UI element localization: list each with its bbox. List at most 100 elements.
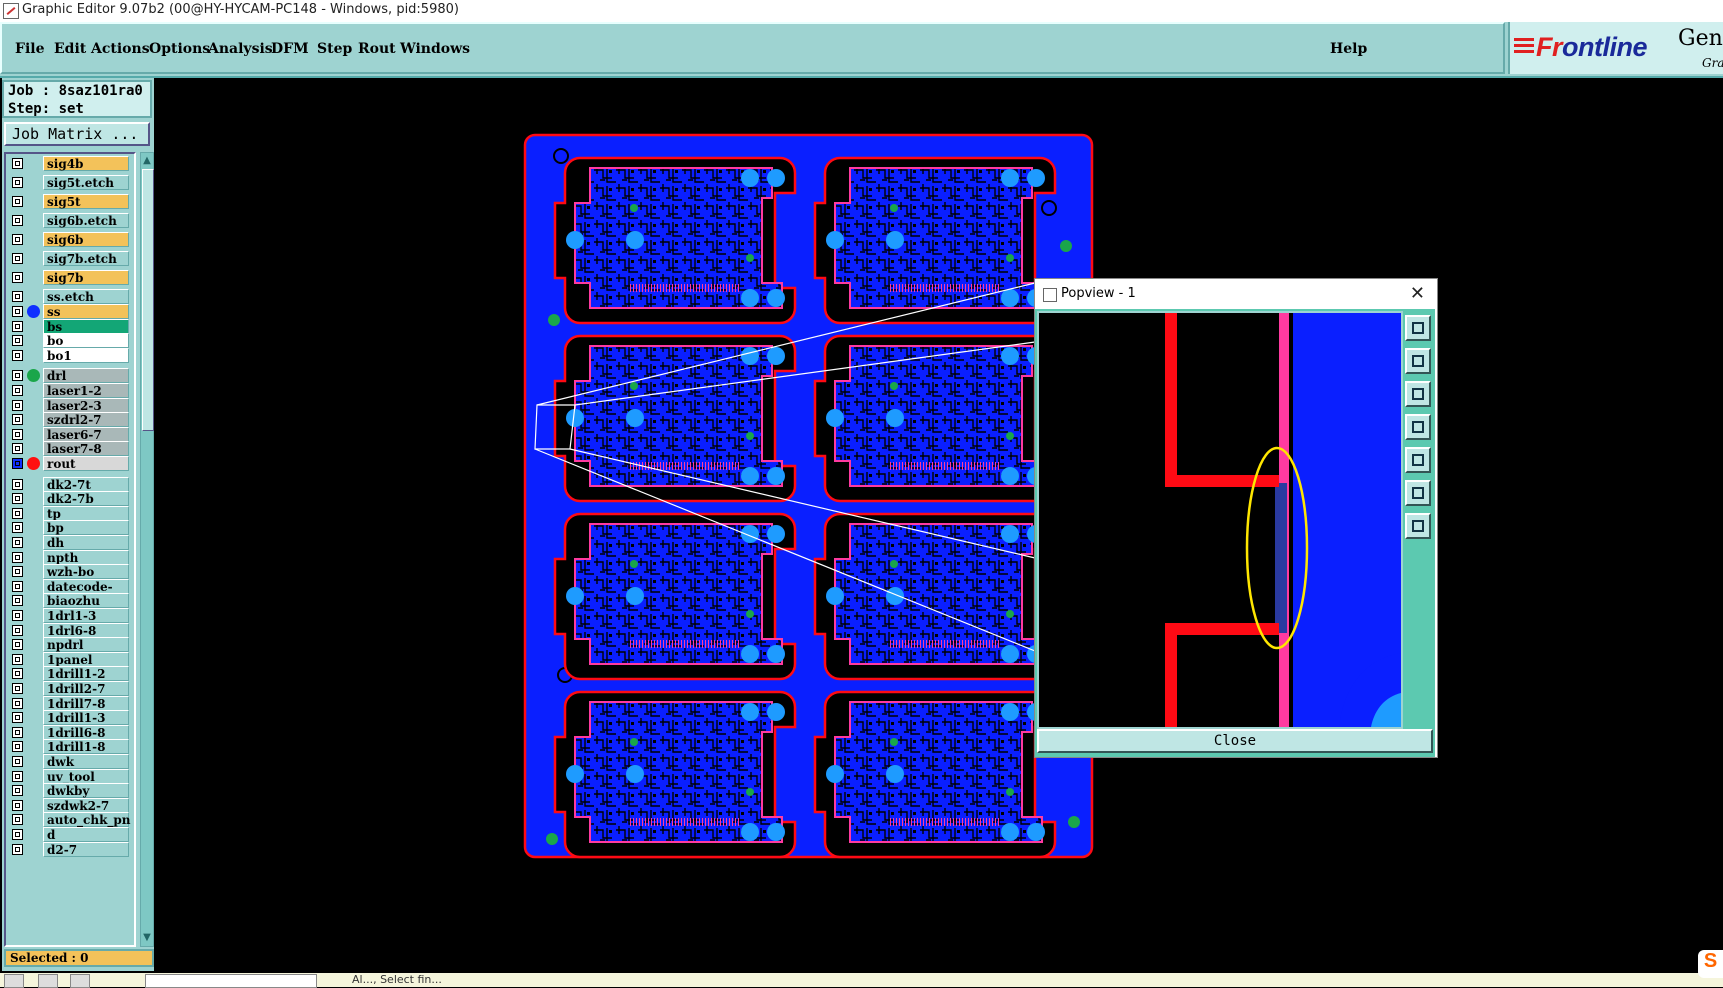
layer-checkbox[interactable] xyxy=(12,653,23,665)
status-button-3[interactable] xyxy=(70,974,90,988)
layer-checkbox[interactable] xyxy=(12,306,23,317)
layer-name[interactable]: dwkby xyxy=(43,783,129,799)
layer-row[interactable]: d xyxy=(6,827,134,842)
layer-checkbox[interactable] xyxy=(12,320,23,332)
layer-name[interactable]: wzh-bo xyxy=(43,564,129,580)
layer-name[interactable]: dk2-7t xyxy=(43,476,129,492)
ime-icon[interactable]: S xyxy=(1698,950,1723,978)
layer-row[interactable]: drl xyxy=(6,368,134,384)
layer-row[interactable]: 1drl1-3 xyxy=(6,608,134,623)
layer-row[interactable]: 1drill1-3 xyxy=(6,710,134,726)
layer-row[interactable]: biaozhu xyxy=(6,593,134,609)
layer-name[interactable]: sig5t.etch xyxy=(43,175,129,190)
layer-checkbox[interactable] xyxy=(12,756,23,767)
layer-row[interactable]: 1drill6-8 xyxy=(6,724,134,740)
layer-checkbox[interactable] xyxy=(12,215,23,226)
menu-step[interactable]: Step xyxy=(317,41,352,57)
layer-row[interactable]: 1panel xyxy=(6,651,134,667)
layer-name[interactable]: sig7b.etch xyxy=(43,251,129,266)
layer-checkbox[interactable] xyxy=(12,428,23,440)
layer-name[interactable]: 1drill6-8 xyxy=(43,724,129,740)
layer-checkbox[interactable] xyxy=(12,639,23,651)
job-matrix-button[interactable]: Job Matrix ... xyxy=(4,122,150,146)
layer-checkbox[interactable] xyxy=(12,668,23,680)
layer-name[interactable]: 1panel xyxy=(43,651,129,667)
layer-name[interactable]: laser1-2 xyxy=(43,383,129,398)
layer-row[interactable]: 1drill1-8 xyxy=(6,739,134,755)
layer-checkbox[interactable] xyxy=(12,683,23,694)
layer-row[interactable]: sig6b.etch xyxy=(6,213,134,228)
layer-row[interactable]: npdrl xyxy=(6,637,134,653)
layer-name[interactable]: 1drill7-8 xyxy=(43,695,129,711)
layer-checkbox[interactable] xyxy=(12,741,23,753)
menu-rout[interactable]: Rout xyxy=(358,41,396,57)
layer-checkbox[interactable] xyxy=(12,726,23,738)
layer-name[interactable]: d xyxy=(43,827,129,842)
layer-row[interactable]: szdrl2-7 xyxy=(6,412,134,428)
layer-row[interactable]: sig7b xyxy=(6,270,134,285)
layer-checkbox[interactable] xyxy=(12,566,23,578)
center-icon[interactable] xyxy=(1405,513,1431,539)
layer-row[interactable]: datecode-bo xyxy=(6,578,134,609)
layer-checkbox[interactable] xyxy=(12,177,23,188)
command-input[interactable] xyxy=(145,974,317,988)
layer-name[interactable]: sig6b xyxy=(43,232,129,247)
layer-name[interactable]: d2-7 xyxy=(43,841,129,857)
layer-checkbox[interactable] xyxy=(12,385,23,396)
layer-name[interactable]: ss xyxy=(43,304,129,319)
zoom-window-icon[interactable] xyxy=(1405,315,1431,341)
layer-checkbox[interactable] xyxy=(12,712,23,724)
layer-row[interactable]: 1drill1-2 xyxy=(6,666,134,682)
layer-name[interactable]: rout xyxy=(43,456,129,471)
menu-help[interactable]: Help xyxy=(1330,41,1367,57)
layer-checkbox[interactable] xyxy=(12,349,23,361)
layer-name[interactable]: auto_chk_pn xyxy=(43,812,131,828)
layer-row[interactable]: sig4b xyxy=(6,156,134,171)
menu-edit[interactable]: Edit xyxy=(54,41,86,57)
layer-checkbox[interactable] xyxy=(12,580,23,592)
layer-row[interactable]: ss.etch xyxy=(6,289,134,304)
layer-row[interactable]: tp xyxy=(6,505,134,521)
layer-scrollbar[interactable]: ▲ ▼ xyxy=(140,152,154,947)
layer-row[interactable]: uv_tool xyxy=(6,768,134,784)
layer-name[interactable]: sig7b xyxy=(43,270,129,285)
layer-checkbox[interactable] xyxy=(12,829,23,840)
layer-row[interactable]: rout xyxy=(6,456,134,471)
popview-close-icon[interactable]: ✕ xyxy=(1410,283,1425,304)
layer-row[interactable]: dk2-7b xyxy=(6,491,134,507)
layer-name[interactable]: drl xyxy=(43,368,129,384)
layer-row[interactable]: sig7b.etch xyxy=(6,251,134,266)
layer-checkbox[interactable] xyxy=(12,770,23,782)
layer-checkbox[interactable] xyxy=(12,414,23,426)
layer-checkbox[interactable] xyxy=(12,196,23,207)
layer-checkbox[interactable] xyxy=(12,522,23,534)
layer-name[interactable]: 1drill1-2 xyxy=(43,666,129,682)
layer-row[interactable]: sig5t xyxy=(6,194,134,209)
menu-file[interactable]: File xyxy=(15,41,44,57)
layer-name[interactable]: npdrl xyxy=(43,637,129,653)
layer-checkbox[interactable] xyxy=(12,443,23,455)
layer-checkbox[interactable] xyxy=(12,234,23,245)
layer-row[interactable]: laser7-8 xyxy=(6,441,134,457)
move-right-icon[interactable] xyxy=(1405,447,1431,473)
layer-checkbox[interactable] xyxy=(12,595,23,607)
menu-dfm[interactable]: DFM xyxy=(271,41,309,57)
layer-checkbox[interactable] xyxy=(12,478,23,490)
layer-row[interactable]: 1drill2-7 xyxy=(6,681,134,696)
layer-checkbox[interactable] xyxy=(12,253,23,264)
layer-checkbox[interactable] xyxy=(12,843,23,855)
layer-name[interactable]: bs xyxy=(43,318,129,334)
layer-name[interactable]: dwk xyxy=(43,754,129,769)
menu-actions[interactable]: Actions xyxy=(91,41,150,57)
layer-name[interactable]: datecode-bo xyxy=(43,578,129,609)
layer-row[interactable]: szdwk2-7 xyxy=(6,797,134,813)
layer-checkbox[interactable] xyxy=(12,158,23,169)
layer-name[interactable]: szdwk2-7 xyxy=(43,797,129,813)
layer-checkbox[interactable] xyxy=(12,370,23,382)
layer-row[interactable]: dk2-7t xyxy=(6,476,134,492)
layer-row[interactable]: laser2-3 xyxy=(6,397,134,413)
scroll-thumb[interactable] xyxy=(142,169,154,431)
layer-checkbox[interactable] xyxy=(12,610,23,621)
layer-row[interactable]: 1drl6-8 xyxy=(6,622,134,638)
layer-name[interactable]: sig5t xyxy=(43,194,129,209)
